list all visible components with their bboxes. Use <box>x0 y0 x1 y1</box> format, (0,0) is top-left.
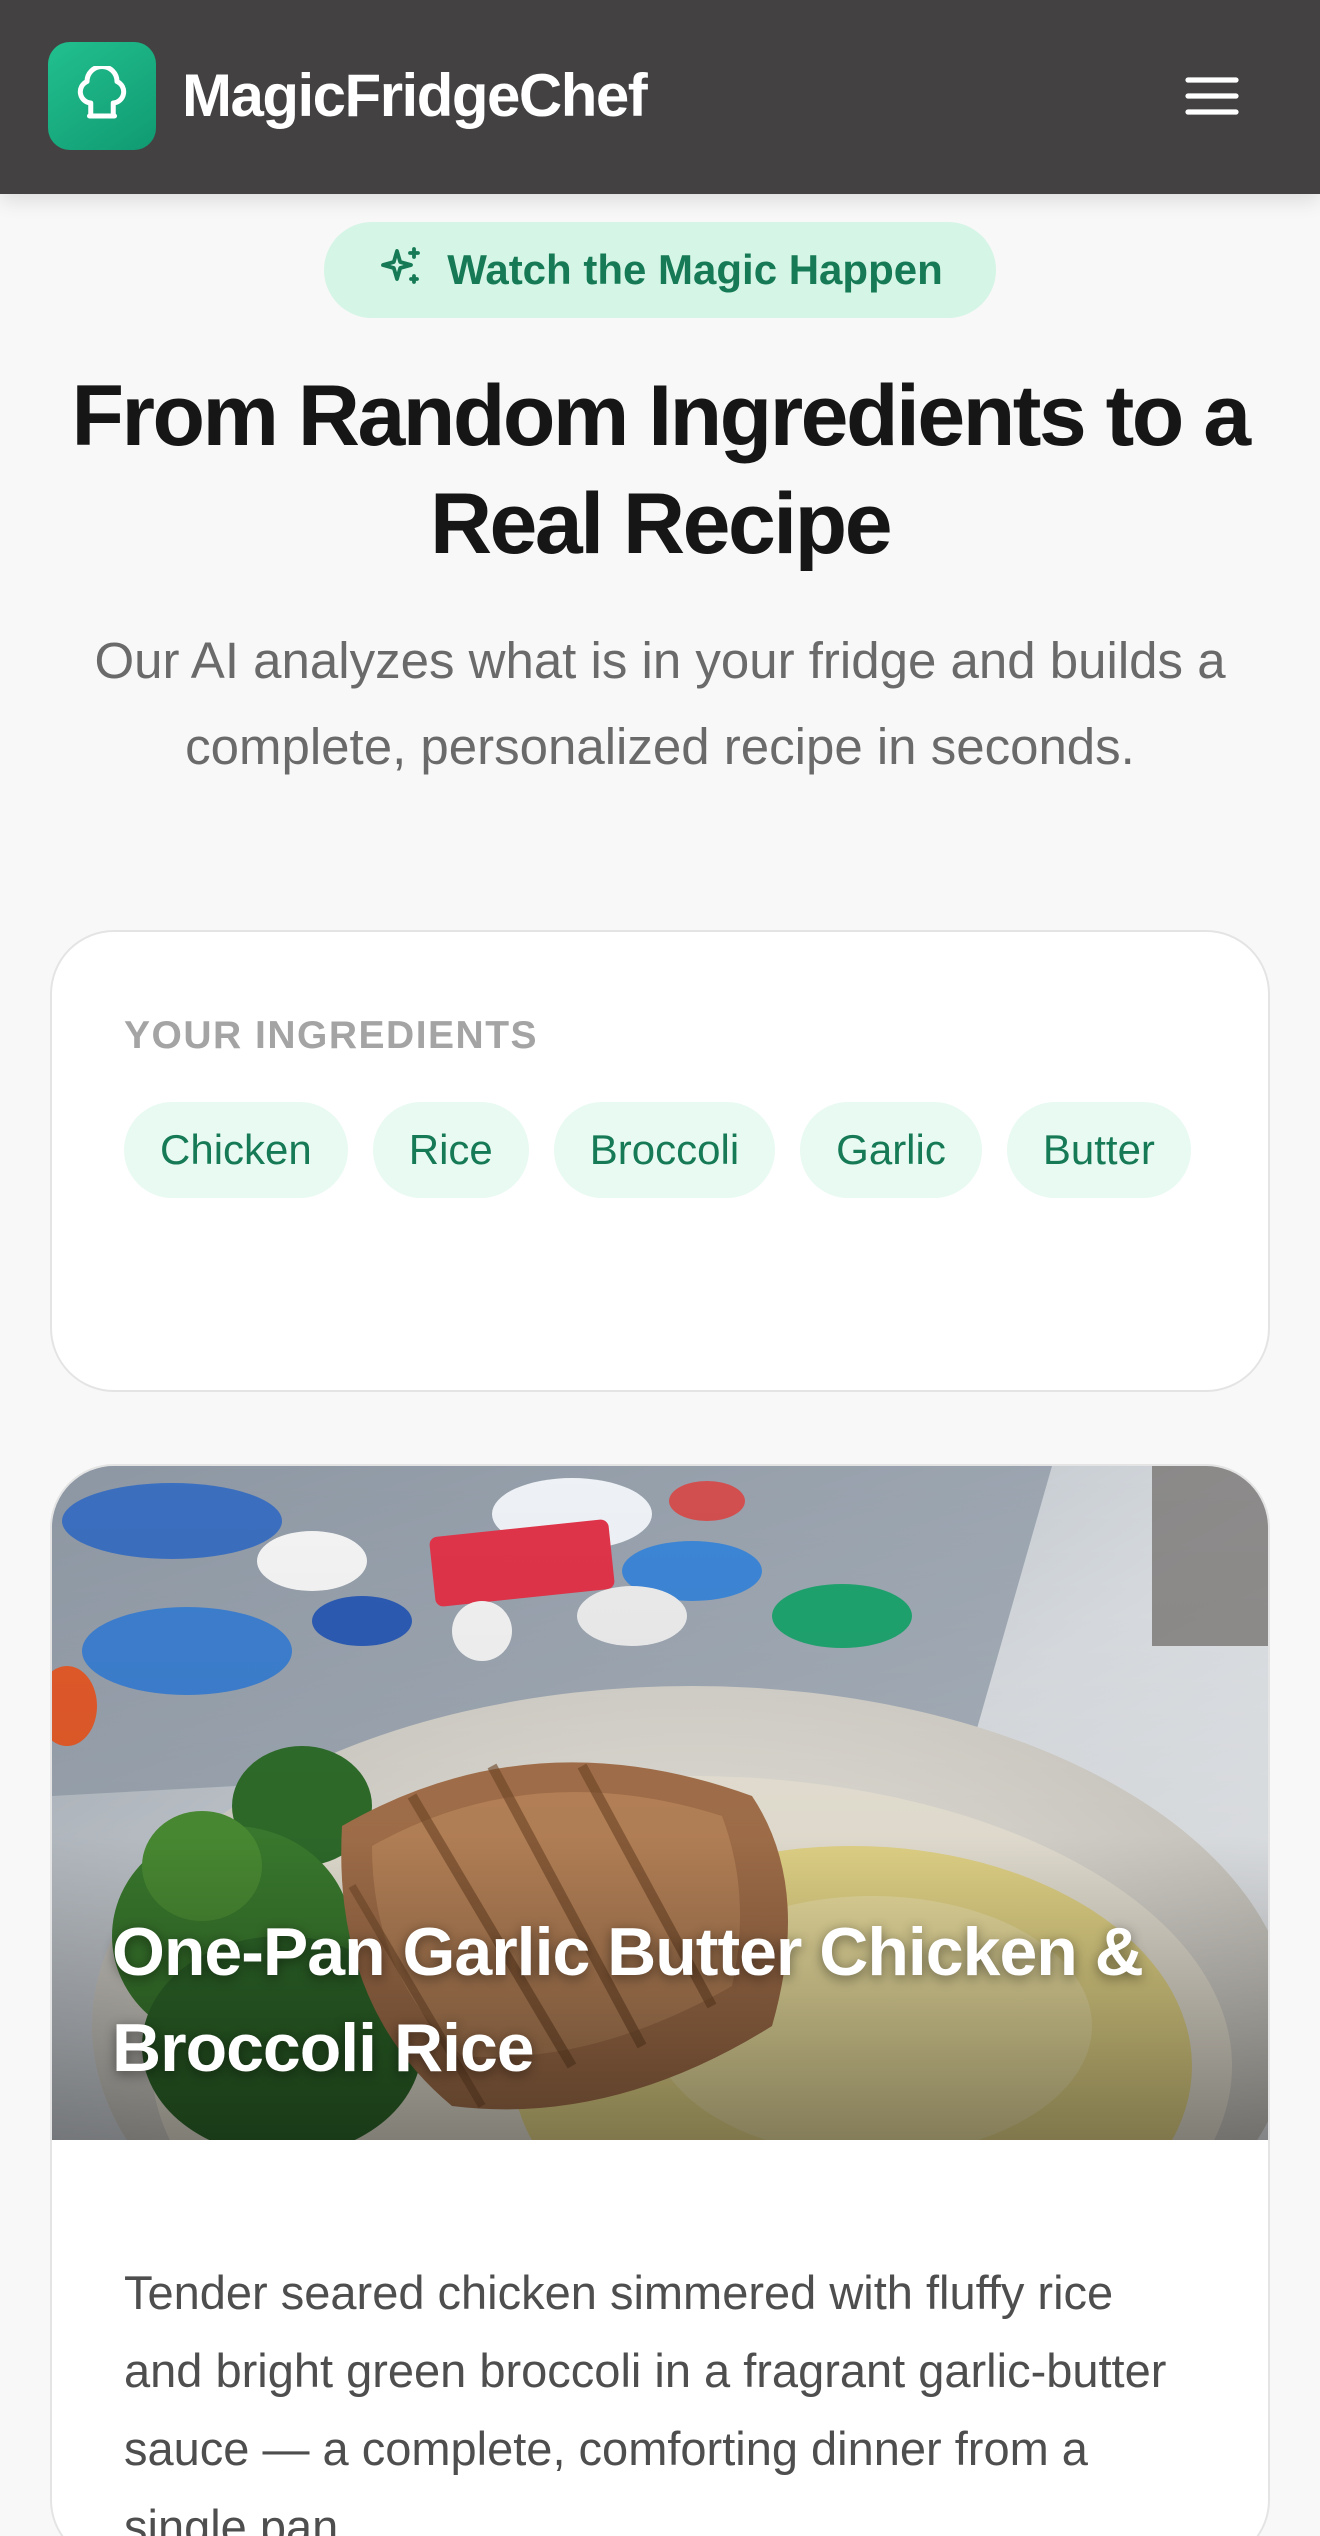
ingredients-card: YOUR INGREDIENTS Chicken Rice Broccoli G… <box>50 930 1270 1392</box>
recipe-description: Tender seared chicken simmered with fluf… <box>124 2266 1167 2536</box>
ingredients-label: YOUR INGREDIENTS <box>124 1014 539 1057</box>
page-title: From Random Ingredients to a Real Recipe <box>71 368 1251 572</box>
badge-label: Watch the Magic Happen <box>447 246 943 293</box>
ingredient-chip[interactable]: Chicken <box>124 1102 348 1198</box>
top-nav-bar: MagicFridgeChef <box>0 0 1320 194</box>
ingredient-chip[interactable]: Garlic <box>800 1102 982 1198</box>
chef-hat-icon[interactable] <box>48 42 156 150</box>
recipe-title: One-Pan Garlic Butter Chicken & Broccoli… <box>112 1914 1144 2086</box>
ingredient-chip[interactable]: Broccoli <box>553 1102 776 1198</box>
sparkles-icon <box>377 244 425 297</box>
ingredient-chip-list: Chicken Rice Broccoli Garlic Butter <box>124 1102 1204 1198</box>
page-subtitle: Our AI analyzes what is in your fridge a… <box>94 632 1226 775</box>
ingredient-chip[interactable]: Rice <box>372 1102 529 1198</box>
hamburger-menu-icon[interactable] <box>1176 64 1248 128</box>
brand-name[interactable]: MagicFridgeChef <box>182 56 648 136</box>
ingredient-chip[interactable]: Butter <box>1006 1102 1191 1198</box>
recipe-card[interactable]: One-Pan Garlic Butter Chicken & Broccoli… <box>50 1464 1270 2536</box>
watch-magic-badge[interactable]: Watch the Magic Happen <box>324 222 996 318</box>
